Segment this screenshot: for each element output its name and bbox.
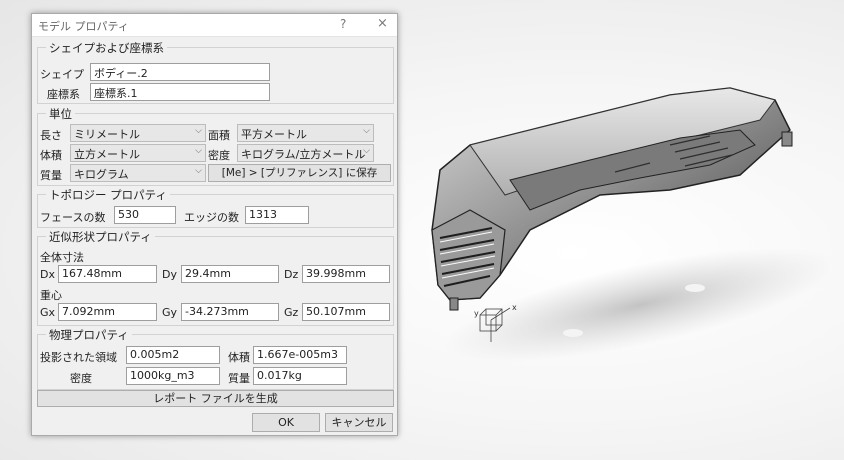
gz-field[interactable]: 50.107mm — [302, 303, 390, 321]
density-label: 密度 — [70, 372, 92, 385]
group-title: トポロジー プロパティ — [46, 187, 170, 203]
save-to-preferences-button[interactable]: [Me] > [プリファレンス] に保存 — [208, 164, 391, 182]
gy-field[interactable]: -34.273mm — [181, 303, 279, 321]
chevron-down-icon: ⌵ — [195, 126, 202, 136]
dx-label: Dx — [40, 268, 55, 281]
density-label: 密度 — [208, 149, 230, 162]
shape-coord-group: シェイプおよび座標系 シェイプ ボディー.2 座標系 座標系.1 — [37, 40, 394, 104]
topology-group: トポロジー プロパティ フェースの数 530 エッジの数 1313 — [37, 187, 394, 228]
density-unit-select[interactable]: キログラム/立方メートル ⌵ — [237, 144, 374, 162]
chevron-down-icon: ⌵ — [363, 126, 370, 136]
gx-label: Gx — [40, 306, 56, 319]
volume-label: 体積 — [40, 149, 62, 162]
physical-properties-group: 物理プロパティ 投影された領域 0.005m2 体積 1.667e-005m3 … — [37, 327, 394, 390]
gy-label: Gy — [162, 306, 178, 319]
mass-label: 質量 — [40, 169, 62, 182]
group-title: シェイプおよび座標系 — [46, 40, 167, 56]
mass-label: 質量 — [228, 372, 250, 385]
dy-label: Dy — [162, 268, 177, 281]
dy-field[interactable]: 29.4mm — [181, 265, 279, 283]
group-title: 単位 — [46, 106, 75, 122]
center-of-gravity-label: 重心 — [40, 289, 62, 302]
gz-label: Gz — [284, 306, 299, 319]
ok-button[interactable]: OK — [252, 413, 320, 432]
projected-area-label: 投影された領域 — [40, 351, 117, 364]
volume-label: 体積 — [228, 351, 250, 364]
axis-x-label: x — [512, 303, 517, 312]
generate-report-button[interactable]: レポート ファイルを生成 — [37, 390, 394, 407]
group-title: 物理プロパティ — [46, 327, 132, 343]
gx-field[interactable]: 7.092mm — [58, 303, 157, 321]
chevron-down-icon: ⌵ — [363, 146, 370, 156]
faces-count-field[interactable]: 530 — [114, 206, 176, 224]
group-title: 近似形状プロパティ — [46, 229, 155, 245]
units-group: 単位 長さ ミリメートル ⌵ 面積 平方メートル ⌵ 体積 立方メートル ⌵ 密度 キ… — [37, 106, 394, 186]
length-label: 長さ — [40, 129, 62, 142]
projected-area-field[interactable]: 0.005m2 — [126, 346, 220, 364]
dialog-titlebar: モデル プロパティ ? × — [32, 14, 397, 37]
chevron-down-icon: ⌵ — [195, 146, 202, 156]
mass-unit-value: キログラム — [74, 168, 129, 181]
edges-count-field[interactable]: 1313 — [245, 206, 309, 224]
length-unit-value: ミリメートル — [74, 128, 140, 141]
chevron-down-icon: ⌵ — [195, 166, 202, 176]
area-unit-value: 平方メートル — [241, 128, 307, 141]
area-label: 面積 — [208, 129, 230, 142]
help-button[interactable]: ? — [340, 17, 346, 31]
density-field[interactable]: 1000kg_m3 — [126, 367, 220, 385]
shape-field[interactable]: ボディー.2 — [90, 63, 270, 81]
dz-field[interactable]: 39.998mm — [302, 265, 390, 283]
coord-system-label: 座標系 — [47, 88, 80, 101]
axis-y-label: y — [474, 309, 479, 318]
volume-unit-value: 立方メートル — [74, 148, 140, 161]
mass-field[interactable]: 0.017kg — [253, 367, 347, 385]
volume-unit-select[interactable]: 立方メートル ⌵ — [70, 144, 206, 162]
volume-field[interactable]: 1.667e-005m3 — [253, 346, 347, 364]
dialog-title: モデル プロパティ — [38, 20, 129, 33]
coord-system-field[interactable]: 座標系.1 — [90, 83, 270, 101]
area-unit-select[interactable]: 平方メートル ⌵ — [237, 124, 374, 142]
3d-model-view[interactable]: x y — [410, 60, 830, 390]
close-button[interactable]: × — [377, 16, 388, 31]
overall-dimensions-label: 全体寸法 — [40, 251, 84, 264]
density-unit-value: キログラム/立方メートル — [241, 148, 366, 161]
faces-label: フェースの数 — [40, 211, 106, 224]
model-properties-dialog: モデル プロパティ ? × シェイプおよび座標系 シェイプ ボディー.2 座標系… — [31, 13, 398, 436]
dz-label: Dz — [284, 268, 299, 281]
dx-field[interactable]: 167.48mm — [58, 265, 157, 283]
edges-label: エッジの数 — [184, 211, 239, 224]
shape-label: シェイプ — [40, 68, 84, 81]
length-unit-select[interactable]: ミリメートル ⌵ — [70, 124, 206, 142]
mass-unit-select[interactable]: キログラム ⌵ — [70, 164, 206, 182]
approx-geometry-group: 近似形状プロパティ 全体寸法 Dx 167.48mm Dy 29.4mm Dz … — [37, 229, 394, 326]
cancel-button[interactable]: キャンセル — [325, 413, 393, 432]
